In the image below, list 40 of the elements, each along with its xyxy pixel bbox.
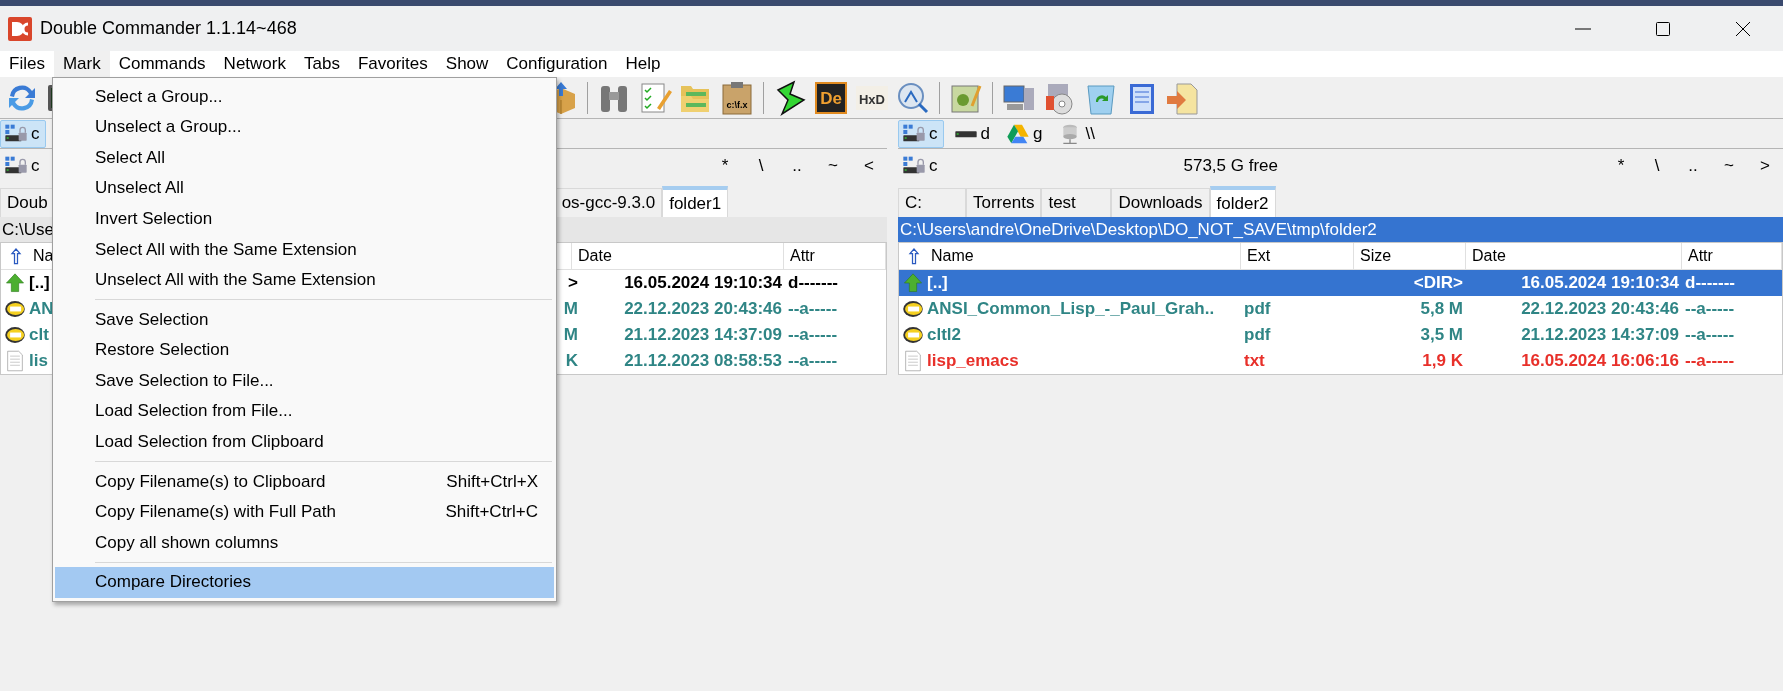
- file-attr: --a-----: [788, 325, 838, 345]
- file-size: <DIR>: [1413, 273, 1463, 293]
- file-date: 22.12.2023 20:43:46: [624, 299, 782, 319]
- file-ext: pdf: [1244, 299, 1271, 319]
- file-date: 21.12.2023 14:37:09: [1521, 325, 1679, 345]
- file-size: K: [565, 351, 578, 371]
- file-size: M: [563, 299, 578, 319]
- path-bar: C:\Users\andre\OneDrive\Desktop\DO_NOT_SAVE\tmp\folder2: [898, 217, 1783, 242]
- file-name: cltl2: [927, 324, 962, 347]
- window-title: Double Commander 1.1.14~468: [40, 17, 297, 40]
- file-attr: --a-----: [1685, 351, 1735, 371]
- file-attr: --a-----: [788, 351, 838, 371]
- file-ext: txt: [1244, 351, 1265, 371]
- file-name: AN: [29, 298, 54, 321]
- file-size: M: [563, 325, 578, 345]
- file-date: 16.05.2024 19:10:34: [1521, 273, 1679, 293]
- file-date: 21.12.2023 08:58:53: [624, 351, 782, 371]
- shortcut-label: Shift+Ctrl+X: [446, 470, 538, 493]
- file-size: >: [568, 273, 578, 293]
- file-date: 21.12.2023 14:37:09: [624, 325, 782, 345]
- free-space-label: 573,5 G free: [1183, 155, 1278, 178]
- file-attr: --a-----: [1685, 299, 1735, 319]
- file-attr: --a-----: [1685, 325, 1735, 345]
- file-attr: --a-----: [788, 299, 838, 319]
- shortcut-label: Shift+Ctrl+C: [445, 501, 538, 524]
- file-name: [..]: [29, 272, 50, 295]
- file-date: 16.05.2024 19:10:34: [624, 273, 782, 293]
- file-name: lisp_emacs: [927, 350, 1019, 373]
- file-ext: pdf: [1244, 325, 1271, 345]
- file-attr: d-------: [1685, 273, 1735, 293]
- file-name: [..]: [927, 272, 948, 295]
- file-name: clt: [29, 324, 49, 347]
- file-attr: d-------: [788, 273, 838, 293]
- file-date: 16.05.2024 16:06:16: [1521, 351, 1679, 371]
- file-size: 3,5 M: [1420, 325, 1463, 345]
- file-size: 5,8 M: [1420, 299, 1463, 319]
- file-name: ANSI_Common_Lisp_-_Paul_Grah..: [927, 298, 1215, 321]
- file-size: 1,9 K: [1422, 351, 1463, 371]
- file-name: lis: [29, 350, 48, 373]
- file-date: 22.12.2023 20:43:46: [1521, 299, 1679, 319]
